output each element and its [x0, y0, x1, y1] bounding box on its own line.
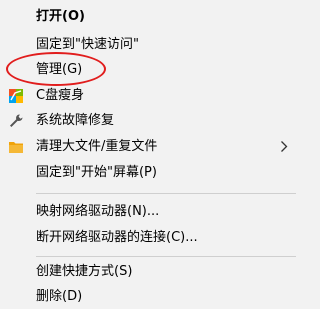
menu-item-label: 映射网络驱动器(N)...	[36, 204, 160, 219]
chevron-right-icon	[280, 137, 288, 156]
menu-item-label: 系统故障修复	[36, 113, 115, 128]
cleanup-colored-icon	[8, 88, 24, 104]
menu-item-label: 打开(O)	[36, 9, 85, 24]
menu-item-label: 管理(G)	[36, 62, 83, 77]
menu-item-delete[interactable]: 删除(D)	[0, 284, 296, 309]
menu-item-pin-start[interactable]: 固定到"开始"屏幕(P)	[0, 160, 296, 185]
menu-item-label: 固定到"开始"屏幕(P)	[36, 165, 157, 180]
menu-item-label: 固定到"快速访问"	[36, 37, 139, 52]
menu-item-pin-quick-access[interactable]: 固定到"快速访问"	[0, 32, 296, 57]
menu-item-label: 断开网络驱动器的连接(C)...	[36, 230, 198, 245]
wrench-icon	[8, 113, 24, 129]
menu-separator	[36, 256, 296, 257]
menu-item-system-repair[interactable]: 系统故障修复	[0, 108, 296, 133]
menu-item-create-shortcut[interactable]: 创建快捷方式(S)	[0, 259, 296, 284]
menu-item-label: 创建快捷方式(S)	[36, 264, 133, 279]
menu-item-disconnect-network-drive[interactable]: 断开网络驱动器的连接(C)...	[0, 225, 296, 250]
menu-item-open[interactable]: 打开(O)	[0, 4, 296, 29]
menu-item-label: 清理大文件/重复文件	[36, 139, 158, 154]
menu-separator	[36, 193, 296, 194]
menu-item-label: C盘瘦身	[36, 88, 85, 103]
menu-item-manage[interactable]: 管理(G)	[0, 57, 296, 82]
menu-item-map-network-drive[interactable]: 映射网络驱动器(N)...	[0, 199, 296, 224]
context-menu: 打开(O) 固定到"快速访问" 管理(G) C盘瘦身 系统故障修复 清理大文件/…	[0, 0, 296, 304]
menu-item-c-drive-cleanup[interactable]: C盘瘦身	[0, 83, 296, 108]
menu-item-label: 删除(D)	[36, 289, 83, 304]
folder-icon	[8, 139, 24, 155]
menu-item-clean-large-files[interactable]: 清理大文件/重复文件	[0, 134, 296, 159]
